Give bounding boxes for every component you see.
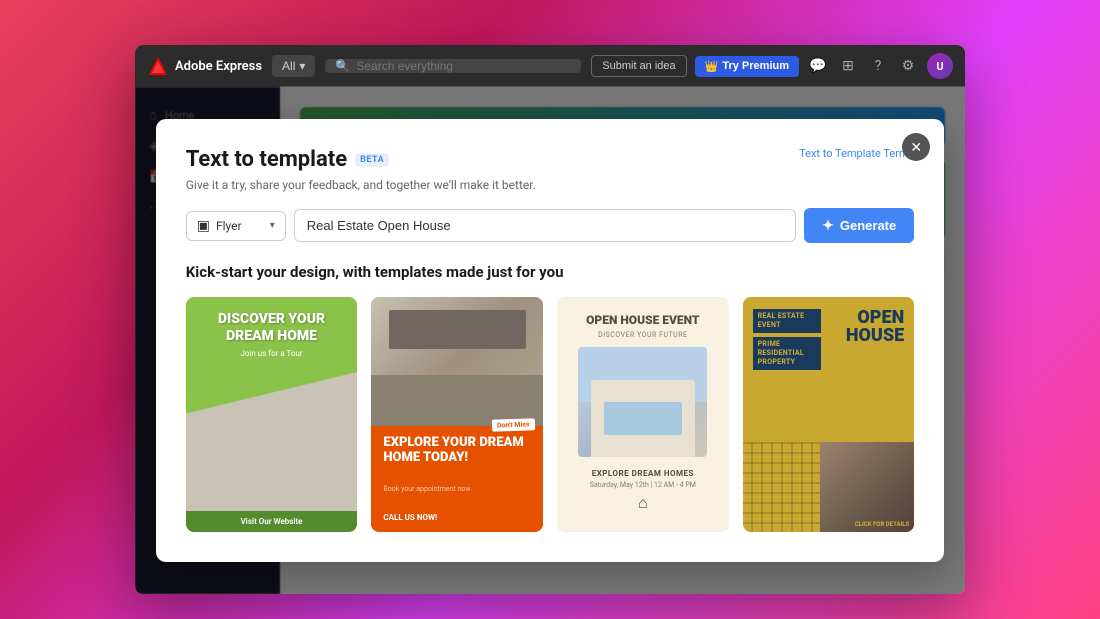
card-1-sub: Join us for a Tour [240,349,302,358]
terms-link[interactable]: Text to Template Terms [799,147,914,160]
card-3-house-image [578,347,707,457]
try-premium-label: Try Premium [722,60,789,72]
modal-subtitle: Give it a try, share your feedback, and … [186,178,915,192]
messages-icon[interactable]: 💬 [807,58,829,74]
template-card-2[interactable]: EXPLORE YOUR DREAM HOME TODAY! Book your… [371,297,543,532]
chevron-down-icon: ▾ [299,59,305,73]
type-selector-dropdown[interactable]: ▣ Flyer ▾ [186,211,286,241]
card-3-date: Saturday, May 12th | 12 AM - 4 PM [590,481,696,489]
card-4-top-section: REAL ESTATE EVENT PRIME RESIDENTIAL PROP… [743,297,915,442]
modal-title-row: Text to template BETA [186,147,389,172]
search-input[interactable] [356,59,571,73]
beta-badge: BETA [355,153,389,167]
type-selector-label: Flyer [216,219,242,233]
card-4-tag-1: REAL ESTATE EVENT [753,309,821,333]
nav-actions: Submit an idea 👑 Try Premium 💬 ⊞ ? ⚙ U [591,53,953,79]
nav-logo: Adobe Express [147,55,262,77]
prompt-row: ▣ Flyer ▾ ✦ Generate [186,208,915,243]
brand-name: Adobe Express [175,59,262,74]
card-3-sub: DISCOVER YOUR FUTURE [598,331,687,339]
card-4-title-area: OPEN HOUSE [821,309,904,430]
card-4-tags: REAL ESTATE EVENT PRIME RESIDENTIAL PROP… [753,309,821,430]
card-4-room-inner [820,442,914,532]
all-dropdown[interactable]: All ▾ [272,55,315,77]
modal-close-button[interactable]: ✕ [902,133,930,161]
modal-title: Text to template [186,147,347,172]
card-4-bottom-section: CLICK FOR DETAILS [743,442,915,532]
card-3-explore: EXPLORE DREAM HOMES [592,469,694,478]
card-2-upper-cabinets [389,310,526,349]
all-label: All [282,59,295,73]
close-icon: ✕ [910,139,922,156]
card-2-cta: CALL US NOW! [383,513,531,522]
search-icon: 🔍 [335,59,350,73]
apps-icon[interactable]: ⊞ [837,58,859,74]
card-1-headline: DISCOVER YOUR DREAM HOME [200,311,344,345]
card-4-main-title: OPEN HOUSE [829,309,904,345]
settings-icon[interactable]: ⚙ [897,58,919,74]
template-card-4[interactable]: REAL ESTATE EVENT PRIME RESIDENTIAL PROP… [743,297,915,532]
card-4-tag-2: PRIME RESIDENTIAL PROPERTY [753,337,821,370]
search-bar[interactable]: 🔍 [325,59,581,73]
modal-header: Text to template BETA Text to Template T… [186,147,915,172]
try-premium-button[interactable]: 👑 Try Premium [695,56,799,77]
kickstart-title: Kick-start your design, with templates m… [186,263,915,281]
flyer-icon: ▣ [197,218,210,234]
template-card-3[interactable]: OPEN HOUSE EVENT DISCOVER YOUR FUTURE EX… [557,297,729,532]
selector-chevron-icon: ▾ [270,220,275,231]
prompt-input[interactable] [294,209,796,242]
template-card-1[interactable]: DISCOVER YOUR DREAM HOME Join us for a T… [186,297,358,532]
card-2-content: EXPLORE YOUR DREAM HOME TODAY! Book your… [371,426,543,532]
card-4-click-label: CLICK FOR DETAILS [855,521,909,528]
app-window: Adobe Express All ▾ 🔍 Submit an idea 👑 T… [135,45,965,594]
generate-label: Generate [840,218,896,233]
card-2-headline: EXPLORE YOUR DREAM HOME TODAY! [383,436,531,465]
text-to-template-modal: ✕ Text to template BETA Text to Template… [156,119,945,562]
card-3-windows [604,402,682,435]
nav-bar: Adobe Express All ▾ 🔍 Submit an idea 👑 T… [135,45,965,87]
card-4-room-image: CLICK FOR DETAILS [820,442,914,532]
card-3-location-icon: ⌂ [638,493,648,513]
card-1-living-room [186,372,358,511]
user-avatar[interactable]: U [927,53,953,79]
templates-grid: DISCOVER YOUR DREAM HOME Join us for a T… [186,297,915,532]
adobe-express-logo-icon [147,55,169,77]
card-1-cta: Visit Our Website [186,511,358,532]
generate-button[interactable]: ✦ Generate [804,208,914,243]
generate-icon: ✦ [822,217,834,234]
card-1-image: DISCOVER YOUR DREAM HOME Join us for a T… [186,297,358,511]
card-2-dont-miss: Don't Miss [492,418,535,431]
help-icon[interactable]: ? [867,58,889,74]
modal-overlay[interactable]: ✕ Text to template BETA Text to Template… [135,87,965,594]
card-2-kitchen-image [371,297,543,426]
card-4-pattern-bg [743,442,820,532]
submit-idea-button[interactable]: Submit an idea [591,55,686,77]
card-2-sub: Book your appointment now [383,485,531,493]
premium-icon: 👑 [705,60,719,73]
card-3-title: OPEN HOUSE EVENT [586,313,699,327]
